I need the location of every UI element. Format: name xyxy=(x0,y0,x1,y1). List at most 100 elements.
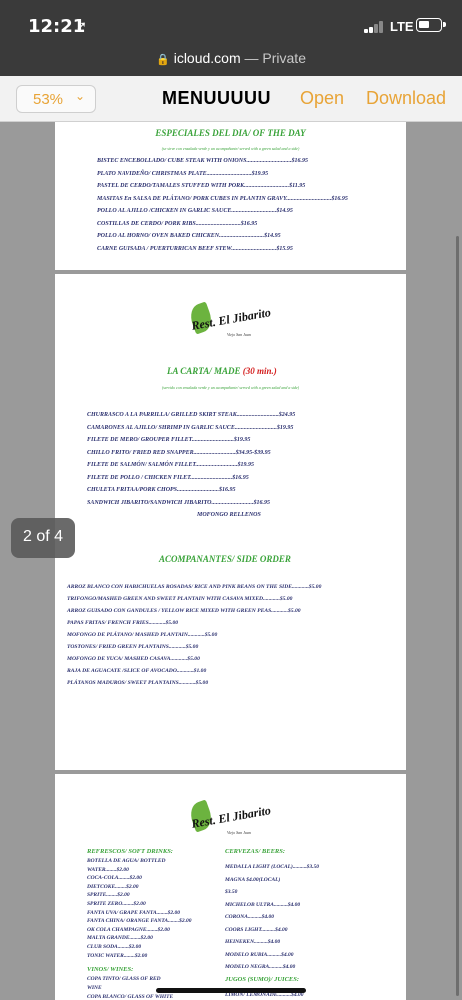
beer-item-price: $4.00 xyxy=(282,964,296,970)
beer-item-price: $4.00 xyxy=(267,939,281,945)
side-item-name: ARROZ BLANCO CON HABICHUELAS ROSADAS/ RI… xyxy=(67,584,292,590)
dot-leader: .......... xyxy=(273,901,288,908)
special-item-name: MASITAS En SALSA DE PLÁTANO/ PORK CUBES … xyxy=(97,195,287,202)
dot-leader: .......... xyxy=(247,914,262,920)
special-item-name: PLATO NAVIDEÑO/ CHRISTMAS PLATE xyxy=(97,170,207,177)
side-item-price: $5.00 xyxy=(187,656,200,662)
carta-item-name: FILETE DE POLLO / CHICKEN FILET xyxy=(87,474,191,481)
carta-item-name: FILETE DE MERO/ GROUPER FILLET xyxy=(87,437,192,443)
dot-leader: ........ xyxy=(146,926,158,933)
url-display[interactable]: 🔒 icloud.com — Private xyxy=(0,50,462,66)
dot-leader: ............ xyxy=(187,632,205,638)
wine-item: WINE xyxy=(87,985,102,991)
soft-drink-item-name: CLUB SODA xyxy=(87,944,118,950)
juices-heading: JUGOS (SUMO)/ JUICES: xyxy=(225,976,300,983)
special-item-price: $15.95 xyxy=(276,245,293,252)
carta-item: CAMARONES AL AJILLO/ SHRIMP IN GARLIC SA… xyxy=(87,425,293,431)
soft-drink-item: OK COLA CHAMPAGNE........$2.00 xyxy=(87,927,170,933)
special-item-name: COSTILLAS DE CERDO/ PORK RIBS xyxy=(97,220,196,227)
soft-drink-item-price: $2.00 xyxy=(133,901,146,907)
side-item: ARROZ GUISADO CON GANDULES / YELLOW RICE… xyxy=(67,608,301,614)
beer-item-name: COORS LIGHT xyxy=(225,926,262,933)
dot-leader: ........ xyxy=(123,952,135,959)
private-mode-label: Private xyxy=(262,50,306,66)
soft-drink-item: BOTELLA DE AGUA/ BOTTLED xyxy=(87,858,165,864)
soft-drink-item: COCA-COLA........$2.00 xyxy=(87,875,142,881)
carta-item-name: SANDWICH JIBARITO/SANDWICH JIBARITO xyxy=(87,499,212,506)
dot-leader: .......... xyxy=(261,926,276,933)
carta-item: SANDWICH JIBARITO/SANDWICH JIBARITO.....… xyxy=(87,500,270,506)
address-bar[interactable]: 🔒 icloud.com — Private xyxy=(0,44,462,76)
dot-leader: ............................ xyxy=(236,412,279,418)
soft-drink-item: MALTA GRANDE........$2.00 xyxy=(87,935,153,941)
url-separator: — xyxy=(240,50,263,66)
beer-item-name: CORONA xyxy=(225,914,248,920)
carta-heading: LA CARTA/ MADE (30 min.) xyxy=(167,366,277,376)
home-indicator[interactable] xyxy=(156,988,306,993)
dot-leader: .......... xyxy=(292,864,307,870)
zoom-select[interactable]: 53% ⌄ xyxy=(16,85,96,113)
download-button[interactable]: Download xyxy=(366,88,446,109)
document-page-1: ESPECIALES DEL DIA/ OF THE DAY (se sirve… xyxy=(55,122,406,270)
beer-item: MODELO NEGRA..........$4.00 xyxy=(225,964,295,970)
soft-drink-item-price: $2.00 xyxy=(129,875,142,882)
soft-drink-item-price: $2.00 xyxy=(157,926,170,933)
carta-item-price: $24.95 xyxy=(278,412,296,418)
soft-drink-item-name: FANTA UVA/ GRAPE FANTA xyxy=(87,909,157,916)
side-item: PLÁTANOS MADUROS/ SWEET PLANTAINS.......… xyxy=(67,680,208,686)
dot-leader: ........ xyxy=(115,883,127,890)
document-title: MENUUUUU xyxy=(162,88,271,108)
dot-leader: ............ xyxy=(292,584,309,590)
soft-drink-item: WATER........$2.00 xyxy=(87,867,129,873)
dot-leader: ............ xyxy=(168,644,186,650)
logo-subtext: Viejo San Juan xyxy=(227,830,251,835)
carta-item-price: $16.95 xyxy=(253,499,271,506)
document-viewer[interactable]: ESPECIALES DEL DIA/ OF THE DAY (se sirve… xyxy=(0,122,462,1000)
beer-item-price: $3.50 xyxy=(306,864,319,870)
soft-drink-item-name: SPRITE ZERO xyxy=(87,901,123,907)
carta-item-price: $19.95 xyxy=(233,437,251,443)
dot-leader: .............................. xyxy=(244,183,290,189)
carta-note: (servido con ensalada verde y un acompañ… xyxy=(161,385,300,390)
side-item-price: $5.00 xyxy=(308,584,322,590)
side-item-price: $5.00 xyxy=(279,596,293,602)
special-item-name: POLLO AL HORNO/ OVEN BAKED CHICKEN xyxy=(97,233,220,239)
soft-drink-item-price: $2.00 xyxy=(140,935,153,942)
scrollbar[interactable] xyxy=(456,236,459,996)
carta-item-name: FILETE DE SALMÓN/ SALMÓN FILLET xyxy=(87,462,196,468)
side-item-name: ARROZ GUISADO CON GANDULES / YELLOW RICE… xyxy=(67,608,272,614)
soft-drink-item: SPRITE ZERO........$2.00 xyxy=(87,901,146,907)
open-button[interactable]: Open xyxy=(300,88,344,109)
battery-icon xyxy=(416,18,446,32)
dot-leader: ............ xyxy=(178,680,196,686)
carta-item: CHURRASCO A LA PARRILLA/ GRILLED SKIRT S… xyxy=(87,412,295,418)
carta-item: FILETE DE MERO/ GROUPER FILLET..........… xyxy=(87,437,250,443)
dot-leader: ............ xyxy=(170,656,188,662)
dot-leader: ........ xyxy=(117,944,129,950)
side-item-name: PAPAS FRITAS/ FRENCH FRIES xyxy=(67,620,149,626)
side-item: ARROZ BLANCO CON HABICHUELAS ROSADAS/ RI… xyxy=(67,584,321,590)
carta-item: CHULETA FRITAA/PORK CHOPS...............… xyxy=(87,487,236,493)
special-item: BISTEC ENCEBOLLADO/ CUBE STEAK WITH ONIO… xyxy=(97,158,308,164)
carta-item-price: $16.95 xyxy=(219,487,236,493)
side-item-price: $5.00 xyxy=(288,608,301,614)
specials-heading: ESPECIALES DEL DIA/ OF THE DAY xyxy=(155,128,306,138)
dot-leader: ........ xyxy=(106,892,118,899)
soft-drink-item-price: $2.00 xyxy=(128,944,142,950)
soft-drink-item: SPRITE........$2.00 xyxy=(87,892,130,898)
dot-leader: ............ xyxy=(263,596,280,602)
special-item: PLATO NAVIDEÑO/ CHRISTMAS PLATE.........… xyxy=(97,171,268,177)
wine-item-name: COPA BLANCO/ GLASS OF WHITE xyxy=(87,994,174,1000)
side-item: PAPAS FRITAS/ FRENCH FRIES............$5… xyxy=(67,620,178,626)
dot-leader: .......... xyxy=(269,964,283,970)
side-item-price: $5.00 xyxy=(185,644,199,650)
carta-item: FILETE DE SALMÓN/ SALMÓN FILLET.........… xyxy=(87,462,254,468)
soft-drink-item-price: $2.00 xyxy=(167,909,181,916)
side-item-name: MOFONGO DE PLÁTANO/ MASHED PLANTAIN xyxy=(67,632,188,638)
beer-item-name: MAGNA $4.00(LOCAL) xyxy=(225,876,281,883)
beer-item: CORONA..........$4.00 xyxy=(225,914,274,920)
special-item-price: $16.95 xyxy=(240,220,258,227)
special-item-price: $19.95 xyxy=(251,170,269,177)
restaurant-logo: Rest. El Jibarito Viejo San Juan xyxy=(186,796,287,836)
mofongo-label: MOFONGO RELLENOS xyxy=(197,512,261,518)
